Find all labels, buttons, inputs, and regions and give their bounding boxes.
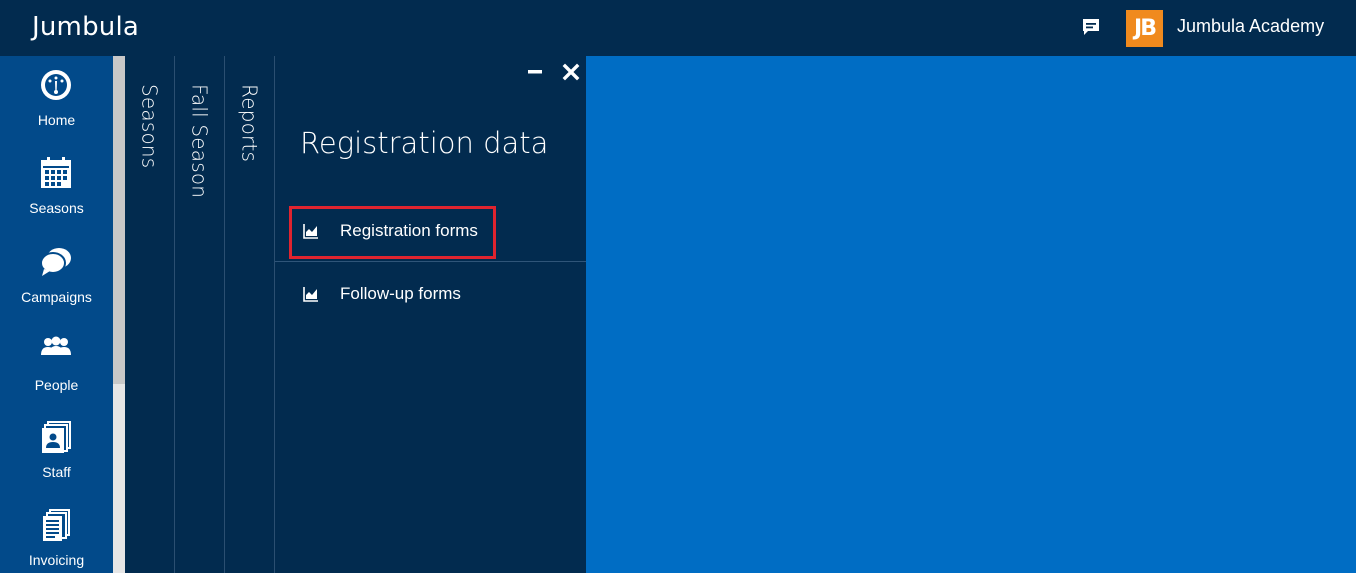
invoice-icon bbox=[39, 508, 73, 542]
chart-icon bbox=[303, 286, 319, 302]
left-nav: Home Seasons Campaigns People Staff Invo… bbox=[0, 56, 113, 573]
org-logo[interactable]: JB bbox=[1126, 10, 1163, 47]
people-icon bbox=[39, 333, 73, 367]
breadcrumb-seasons-label: Seasons bbox=[137, 84, 162, 169]
org-name[interactable]: Jumbula Academy bbox=[1177, 16, 1324, 37]
content-area bbox=[586, 56, 1356, 573]
nav-label-staff: Staff bbox=[42, 464, 71, 480]
nav-item-invoicing[interactable]: Invoicing bbox=[0, 508, 113, 573]
chat-bubbles-icon bbox=[39, 245, 73, 279]
chat-icon[interactable] bbox=[1080, 16, 1102, 38]
calendar-icon bbox=[39, 156, 73, 190]
nav-label-invoicing: Invoicing bbox=[28, 552, 85, 568]
breadcrumb-reports[interactable]: Reports bbox=[225, 56, 275, 573]
breadcrumb-seasons[interactable]: Seasons bbox=[125, 56, 175, 573]
menu-label-follow-up-forms: Follow-up forms bbox=[340, 284, 461, 303]
nav-item-people[interactable]: People bbox=[0, 333, 113, 413]
registration-data-panel: Registration data Registration forms Fol… bbox=[275, 56, 586, 573]
nav-item-seasons[interactable]: Seasons bbox=[0, 156, 113, 236]
nav-scrollbar-thumb[interactable] bbox=[113, 56, 125, 384]
menu-item-follow-up-forms[interactable]: Follow-up forms bbox=[275, 269, 586, 323]
close-icon[interactable] bbox=[561, 62, 581, 82]
minimize-icon[interactable] bbox=[526, 62, 544, 80]
breadcrumb-fall-season[interactable]: Fall Season bbox=[175, 56, 225, 573]
nav-label-home: Home bbox=[37, 112, 76, 128]
highlight-box bbox=[289, 206, 496, 259]
breadcrumb-fall-season-label: Fall Season bbox=[187, 84, 212, 199]
brand-name[interactable]: Jumbula bbox=[32, 12, 139, 42]
nav-label-seasons: Seasons bbox=[29, 200, 84, 216]
nav-item-home[interactable]: Home bbox=[0, 68, 113, 148]
divider bbox=[275, 261, 586, 262]
nav-item-campaigns[interactable]: Campaigns bbox=[0, 245, 113, 325]
top-bar: Jumbula JB Jumbula Academy bbox=[0, 0, 1356, 56]
home-icon bbox=[39, 68, 73, 102]
nav-item-staff[interactable]: Staff bbox=[0, 420, 113, 500]
nav-label-campaigns: Campaigns bbox=[21, 289, 92, 305]
staff-icon bbox=[39, 420, 73, 454]
panel-title: Registration data bbox=[300, 126, 549, 160]
breadcrumb-reports-label: Reports bbox=[237, 84, 262, 163]
nav-label-people: People bbox=[34, 377, 79, 393]
